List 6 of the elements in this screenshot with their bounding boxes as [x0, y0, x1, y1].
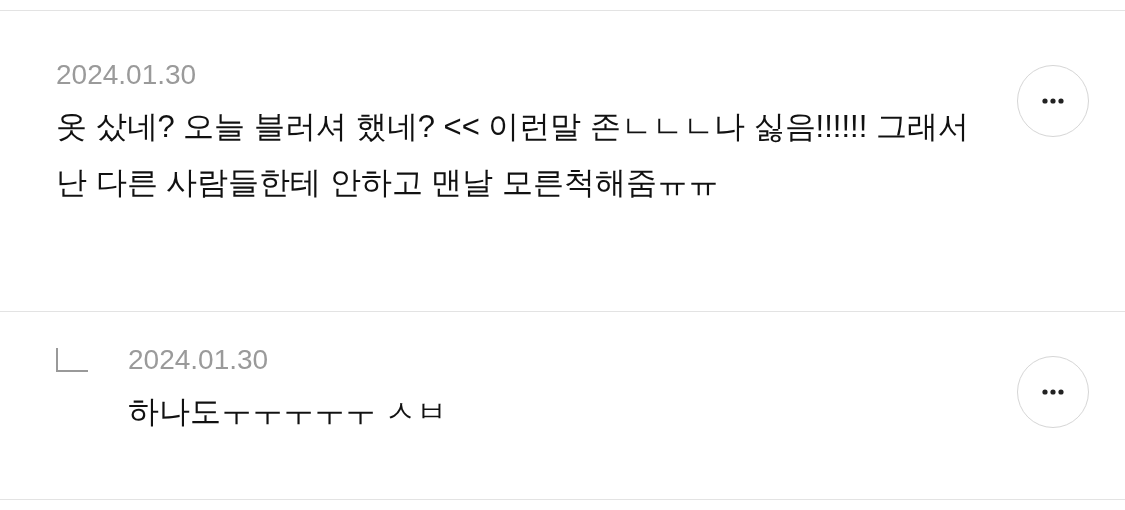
- more-icon: [1042, 389, 1064, 395]
- comment-text: 옷 샀네? 오늘 블러셔 했네? << 이런말 존ㄴㄴㄴ나 싫음!!!!!! 그래서 난 다른 사람들한테 안하고 맨날 모른척해줌ㅠㅠ: [56, 108, 970, 202]
- more-icon: [1042, 98, 1064, 104]
- comment-date: 2024.01.30: [56, 58, 198, 92]
- comment-text: 하나도ㅜㅜㅜㅜㅜ ㅅㅂ: [128, 393, 448, 431]
- comment-date: 2024.01.30: [128, 343, 270, 377]
